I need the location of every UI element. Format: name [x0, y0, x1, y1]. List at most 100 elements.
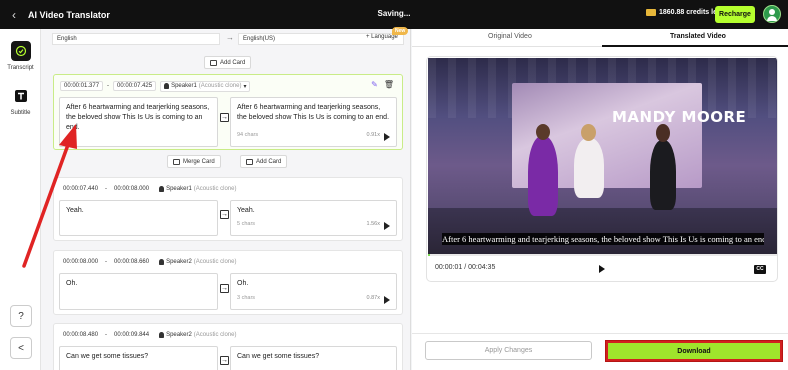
speaker-select[interactable]: Speaker2 (Acoustic clone) [156, 258, 239, 266]
char-count: 94 chars [237, 132, 259, 138]
copy-to-translation-button[interactable]: → [220, 356, 229, 365]
source-language-select[interactable]: English [52, 33, 220, 45]
char-count: 3 chars [237, 295, 256, 301]
end-time[interactable]: 00:00:09.844 [111, 331, 152, 339]
person-icon [159, 332, 165, 338]
source-text-field[interactable]: Oh. [59, 273, 218, 310]
left-rail: Transcript Subtitle ? < [0, 29, 41, 370]
translated-text-field[interactable]: Oh. 3 chars 0.87x [230, 273, 397, 310]
speaker-select[interactable]: Speaker2 (Acoustic clone) [156, 331, 239, 339]
card-header: 00:00:08.480 - 00:00:09.844 Speaker2 (Ac… [60, 330, 239, 340]
person-head [656, 124, 670, 142]
end-time[interactable]: 00:00:08.000 [111, 185, 152, 193]
add-card-button[interactable]: Add Card [240, 155, 288, 168]
card-tools: ✎ 🗑 [371, 80, 394, 89]
source-text-field[interactable]: Can we get some tissues? [59, 346, 218, 370]
tab-translated-video[interactable]: Translated Video [670, 33, 726, 40]
add-card-icon [210, 59, 217, 66]
transcript-card[interactable]: 00:00:07.440 - 00:00:08.000 Speaker1 (Ac… [53, 177, 403, 241]
studio-floor [428, 208, 777, 254]
speaker-name: Speaker1 [166, 186, 192, 192]
person-icon [159, 186, 165, 192]
coin-icon [646, 9, 656, 16]
cc-toggle[interactable]: CC [754, 265, 766, 274]
add-card-label: Add Card [256, 158, 282, 165]
video-progress-fill [428, 254, 431, 256]
source-text: After 6 heartwarming and tearjerking sea… [66, 104, 210, 131]
play-icon[interactable] [384, 133, 390, 141]
source-text: Oh. [66, 280, 78, 287]
clone-type: (Acoustic clone) [193, 186, 237, 192]
video-progress-bar[interactable] [428, 254, 777, 256]
copy-to-translation-button[interactable]: → [220, 210, 229, 219]
back-button[interactable]: ‹ [0, 0, 28, 29]
translated-text-field[interactable]: After 6 heartwarming and tearjerking sea… [230, 97, 397, 147]
person-head [581, 124, 596, 141]
merge-card-label: Merge Card [183, 158, 215, 165]
translated-text: Yeah. [237, 207, 255, 214]
speaker-name: Speaker1 [171, 83, 197, 89]
time-separator: - [107, 83, 110, 89]
avatar[interactable] [763, 5, 781, 23]
time-separator: - [105, 259, 108, 265]
video-subtitle: After 6 heartwarming and tearjerking sea… [442, 233, 764, 245]
translated-text-field[interactable]: Can we get some tissues? [230, 346, 397, 370]
play-icon[interactable] [384, 222, 390, 230]
rail-label-subtitle: Subtitle [10, 110, 31, 116]
magic-edit-icon[interactable]: ✎ [371, 80, 378, 89]
copy-to-translation-button[interactable]: → [220, 284, 229, 293]
download-button[interactable]: Download [605, 340, 783, 362]
speed-rate: 1.56x [366, 221, 380, 227]
video-frame[interactable]: MANDY MOORE After 6 heartwarming and tea… [428, 58, 777, 254]
end-time[interactable]: 00:00:07.425 [113, 81, 157, 91]
add-card-button-top[interactable]: Add Card [204, 56, 252, 69]
clone-type: (Acoustic clone) [193, 259, 237, 265]
rail-item-subtitle[interactable]: Subtitle [0, 86, 41, 116]
tab-original-video[interactable]: Original Video [488, 33, 532, 40]
rail-label-transcript: Transcript [7, 65, 34, 71]
collapse-button[interactable]: < [10, 337, 32, 359]
translated-text-field[interactable]: Yeah. 5 chars 1.56x [230, 200, 397, 236]
target-language-label: English(US) [243, 36, 276, 42]
play-icon[interactable] [384, 296, 390, 304]
card-header: 00:00:07.440 - 00:00:08.000 Speaker1 (Ac… [60, 184, 239, 194]
speaker-select[interactable]: Speaker1 (Acoustic clone) [156, 185, 239, 193]
apply-changes-button[interactable]: Apply Changes [425, 341, 592, 360]
app-title: AI Video Translator [28, 9, 110, 20]
clone-type: (Acoustic clone) [198, 83, 242, 89]
start-time[interactable]: 00:00:08.000 [60, 258, 101, 266]
rail-item-transcript[interactable]: Transcript [0, 41, 41, 71]
source-text: Yeah. [66, 207, 84, 214]
speed-rate: 0.91x [366, 132, 380, 138]
person-figure [650, 140, 676, 210]
source-text-field[interactable]: Yeah. [59, 200, 218, 236]
person-head [536, 124, 550, 140]
speaker-select[interactable]: Speaker1 (Acoustic clone) ▾ [160, 80, 251, 92]
person-figure [574, 138, 604, 198]
new-badge: New [392, 27, 409, 35]
add-card-icon [246, 158, 253, 165]
card-header: 00:00:08.000 - 00:00:08.660 Speaker2 (Ac… [60, 257, 239, 267]
play-icon[interactable] [599, 265, 605, 273]
transcript-card[interactable]: 00:00:08.480 - 00:00:09.844 Speaker2 (Ac… [53, 323, 403, 370]
recharge-button[interactable]: Recharge [715, 6, 755, 23]
video-player: MANDY MOORE After 6 heartwarming and tea… [426, 56, 778, 282]
source-text: Can we get some tissues? [66, 353, 149, 360]
speed-rate: 0.87x [366, 295, 380, 301]
subtitle-icon [11, 86, 31, 106]
translated-text: Oh. [237, 280, 249, 287]
help-button[interactable]: ? [10, 305, 32, 327]
start-time[interactable]: 00:00:01.377 [60, 81, 104, 91]
person-icon [159, 259, 165, 265]
source-text-field[interactable]: After 6 heartwarming and tearjerking sea… [59, 97, 218, 147]
transcript-card[interactable]: 00:00:08.000 - 00:00:08.660 Speaker2 (Ac… [53, 250, 403, 315]
copy-to-translation-button[interactable]: → [220, 113, 229, 122]
merge-card-button[interactable]: Merge Card [167, 155, 221, 168]
add-card-label: Add Card [220, 59, 246, 66]
start-time[interactable]: 00:00:08.480 [60, 331, 101, 339]
card-header: 00:00:01.377 - 00:00:07.425 Speaker1 (Ac… [60, 80, 251, 92]
transcript-card[interactable]: 00:00:01.377 - 00:00:07.425 Speaker1 (Ac… [53, 74, 403, 150]
end-time[interactable]: 00:00:08.660 [111, 258, 152, 266]
start-time[interactable]: 00:00:07.440 [60, 185, 101, 193]
trash-icon[interactable]: 🗑 [384, 80, 394, 89]
